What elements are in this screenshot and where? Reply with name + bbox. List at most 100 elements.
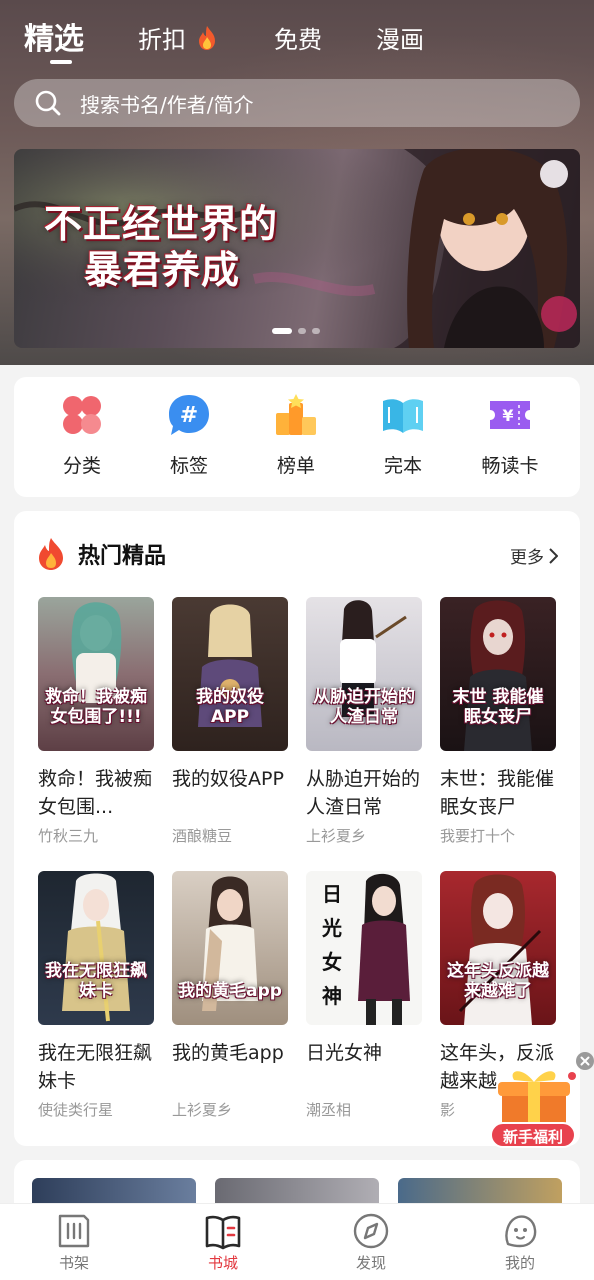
gift-label: 新手福利 [490, 1122, 576, 1148]
compass-discover-icon [353, 1213, 389, 1249]
more-link[interactable]: 更多 [510, 543, 558, 568]
nav-bookshelf[interactable]: 书架 [24, 1212, 124, 1273]
pagination-dot[interactable] [312, 328, 320, 334]
hashtag-tag-icon: # [169, 395, 209, 435]
book-cover: 我在无限狂飙妹卡 [38, 871, 154, 1025]
book-card[interactable]: 日 光 女 神 日光女神 潮丞相 [306, 871, 422, 1120]
nav-bookshelf-label: 书架 [58, 1254, 89, 1272]
close-icon[interactable] [576, 1052, 594, 1070]
book-card[interactable]: 我的奴役APP 我的奴役APP 酒酿糖豆 [172, 597, 288, 846]
cover-art [458, 874, 542, 1025]
profile-face-icon [505, 1215, 537, 1248]
search-icon [35, 90, 61, 116]
svg-text:光: 光 [321, 916, 342, 940]
book-author: 上衫夏乡 [172, 1101, 233, 1119]
book-author: 使徒类行星 [38, 1101, 114, 1119]
search-placeholder: 搜索书名/作者/简介 [80, 92, 254, 117]
nav-profile-label: 我的 [504, 1254, 535, 1272]
nav-bookstore[interactable]: 书城 [173, 1212, 273, 1273]
book-title: 我的黄毛app [172, 1042, 284, 1064]
promo-banner[interactable]: 不正经世界的 暴君养成 [14, 149, 580, 348]
svg-text:#: # [180, 403, 198, 428]
book-card[interactable]: 救命！我被痴女包围了!!! 救命！我被痴女包围... 竹秋三九 [38, 597, 154, 846]
book-card[interactable]: 我在无限狂飙妹卡 我在无限狂飙妹卡 使徒类行星 [38, 871, 154, 1120]
more-label: 更多 [510, 548, 544, 568]
shortcut-ranking[interactable]: 榜单 [246, 393, 346, 478]
book-cover: 我的黄毛app [172, 871, 288, 1025]
book-title: 从胁迫开始的人渣日常 [306, 768, 421, 818]
clover-category-icon [63, 396, 101, 434]
book-cover: 救命！我被痴女包围了!!! [38, 597, 154, 751]
hot-picks-title: 热门精品 [78, 544, 167, 569]
book-cover: 从胁迫开始的人渣日常 [306, 597, 422, 751]
book-author: 酒酿糖豆 [172, 827, 233, 845]
book-title: 末世：我能催眠女丧尸 [440, 768, 555, 818]
book-cover-title: 我的黄毛app [178, 981, 282, 1001]
book-card[interactable]: 从胁迫开始的人渣日常 从胁迫开始的人渣日常 上衫夏乡 [306, 597, 422, 846]
shortcut-category[interactable]: 分类 [32, 393, 132, 478]
search-bar[interactable]: 搜索书名/作者/简介 [14, 79, 580, 127]
tab-comic-label: 漫画 [376, 26, 424, 54]
shortcut-completed[interactable]: 完本 [353, 393, 453, 478]
hot-picks-header: 热门精品 [36, 537, 166, 571]
book-title: 我在无限狂飙妹卡 [38, 1042, 153, 1092]
cover-art: 日 光 女 神 [321, 873, 410, 1025]
top-tab-bar: 精选 折扣 免费 漫画 [0, 0, 594, 70]
banner-pagination [272, 327, 320, 335]
banner-title-line1: 不正经世界的 [44, 201, 279, 246]
book-cover-title: 我在无限狂飙妹卡 [45, 961, 147, 1001]
nav-discover-label: 发现 [355, 1254, 386, 1272]
svg-text:日: 日 [322, 882, 342, 906]
tab-featured[interactable]: 精选 [24, 14, 84, 64]
cover-art [71, 602, 122, 703]
pagination-dot-active[interactable] [272, 328, 292, 334]
book-title: 我的奴役APP [172, 768, 284, 790]
chevron-right-icon [549, 547, 558, 564]
bottom-navigation: 书架 书城 发现 我的 [0, 1203, 594, 1280]
category-shortcuts: 分类 # 标签 榜单 完本 ¥ 畅读卡 [14, 377, 580, 497]
tab-discount[interactable]: 折扣 [138, 20, 218, 55]
open-book-icon [383, 399, 423, 433]
cover-art [62, 873, 130, 1022]
shortcut-completed-label: 完本 [383, 455, 422, 477]
ranking-podium-icon [276, 394, 316, 435]
book-cover-title: 末世 我能催眠女丧尸 [452, 687, 544, 727]
fire-icon [198, 26, 215, 50]
cover-art [464, 600, 532, 751]
svg-text:神: 神 [322, 984, 342, 1008]
tab-comic[interactable]: 漫画 [376, 20, 424, 55]
book-card[interactable]: 我的黄毛app 我的黄毛app 上衫夏乡 [172, 871, 288, 1120]
bookstore-icon [205, 1215, 241, 1250]
book-cover: 这年头反派越来越难了 [440, 871, 556, 1025]
banner-title-line2: 暴君养成 [84, 247, 241, 292]
shortcut-ranking-label: 榜单 [276, 455, 315, 477]
cover-art [340, 600, 407, 717]
book-author: 上衫夏乡 [306, 827, 367, 845]
svg-text:¥: ¥ [502, 406, 513, 425]
cover-art [202, 876, 258, 1011]
tab-free[interactable]: 免费 [274, 20, 322, 55]
nav-discover[interactable]: 发现 [321, 1212, 421, 1273]
fire-icon [39, 538, 63, 570]
hot-picks-section: 热门精品 更多 救命！我被痴女包围了!!! 救命！我被痴女包围... 竹秋三九 [14, 511, 580, 1146]
book-author: 竹秋三九 [38, 827, 99, 845]
shortcut-reading-card[interactable]: ¥ 畅读卡 [460, 393, 560, 478]
book-author: 潮丞相 [306, 1101, 352, 1119]
book-cover-title: 我的奴役APP [196, 687, 264, 727]
tab-selected-indicator [50, 60, 72, 64]
shortcut-tags-label: 标签 [169, 455, 208, 477]
pagination-dot[interactable] [298, 328, 306, 334]
book-cover-title: 救命！我被痴女包围了!!! [45, 687, 147, 727]
shortcut-tags[interactable]: # 标签 [139, 393, 239, 478]
svg-text:女: 女 [322, 950, 342, 974]
book-card[interactable]: 末世 我能催眠女丧尸 末世：我能催眠女丧尸 我要打十个 [440, 597, 556, 846]
nav-profile[interactable]: 我的 [470, 1212, 570, 1273]
tab-free-label: 免费 [274, 26, 322, 54]
book-cover-title: 这年头反派越来越难了 [447, 961, 549, 1001]
bookshelf-icon [58, 1214, 90, 1248]
book-cover-title: 从胁迫开始的人渣日常 [313, 687, 415, 727]
book-author: 我要打十个 [440, 827, 516, 845]
shortcut-reading-card-label: 畅读卡 [481, 455, 539, 477]
tab-featured-label: 精选 [24, 22, 84, 57]
ticket-card-icon: ¥ [490, 401, 530, 429]
